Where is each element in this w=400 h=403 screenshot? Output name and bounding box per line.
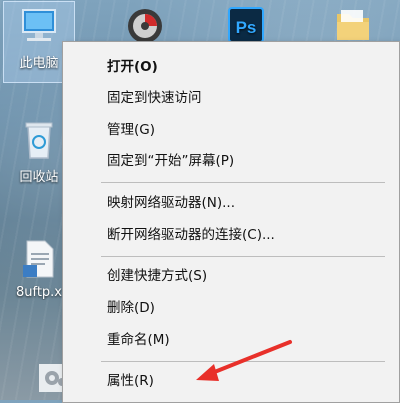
- menu-item-open[interactable]: 打开(O): [107, 58, 158, 76]
- folder-icon: [337, 10, 369, 40]
- folder-desktop-icon[interactable]: [318, 6, 388, 46]
- menu-item-delete[interactable]: 删除(D): [107, 299, 155, 317]
- photoshop-desktop-icon[interactable]: Ps: [210, 6, 280, 46]
- menu-separator: [101, 256, 385, 257]
- menu-item-disconnect-network-drive[interactable]: 断开网络驱动器的连接(C)...: [107, 226, 275, 244]
- menu-separator: [101, 361, 385, 362]
- menu-item-pin-start[interactable]: 固定到“开始”屏幕(P): [107, 152, 234, 170]
- menu-item-map-network-drive[interactable]: 映射网络驱动器(N)...: [107, 194, 235, 212]
- menu-item-rename[interactable]: 重命名(M): [107, 331, 170, 349]
- menu-item-manage[interactable]: 管理(G): [107, 121, 155, 139]
- menu-item-pin-quick-access[interactable]: 固定到快速访问: [107, 89, 202, 107]
- menu-separator: [101, 182, 385, 183]
- menu-item-create-shortcut[interactable]: 创建快捷方式(S): [107, 267, 207, 285]
- media-player-desktop-icon[interactable]: [110, 6, 180, 46]
- context-menu: 打开(O) 固定到快速访问 管理(G) 固定到“开始”屏幕(P) 映射网络驱动器…: [62, 41, 400, 403]
- media-player-icon: [128, 9, 162, 43]
- menu-item-properties[interactable]: 属性(R): [107, 372, 154, 390]
- photoshop-icon-text: Ps: [236, 18, 257, 37]
- photoshop-icon: Ps: [228, 7, 264, 43]
- recycle-bin-icon: [25, 122, 53, 159]
- computer-icon: [22, 9, 56, 41]
- document-icon: [23, 240, 54, 278]
